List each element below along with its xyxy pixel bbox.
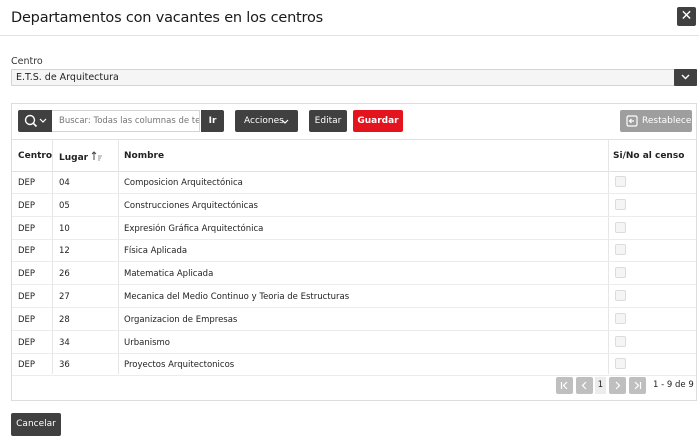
table-row[interactable]: DEP 05 Construcciones Arquitectónicas xyxy=(12,194,696,217)
next-page-icon xyxy=(615,381,621,390)
interactive-grid: Ir Acciones Editar Guardar Restablecer C… xyxy=(11,103,697,401)
dialog-title: Departamentos con vacantes en los centro… xyxy=(11,10,324,26)
save-button[interactable]: Guardar xyxy=(353,110,403,132)
column-header-centro[interactable]: Centro xyxy=(18,151,52,161)
table-row[interactable]: DEP 10 Expresión Gráfica Arquitectónica xyxy=(12,217,696,240)
previous-page-icon xyxy=(581,381,587,390)
table-header: Centro Lugar Nombre Si/No al censo xyxy=(12,139,696,172)
centro-select-toggle[interactable] xyxy=(674,69,697,86)
cancel-button[interactable]: Cancelar xyxy=(11,413,61,436)
current-page: 1 xyxy=(595,377,606,394)
censo-checkbox[interactable] xyxy=(615,176,626,187)
column-header-censo[interactable]: Si/No al censo xyxy=(613,151,684,161)
censo-checkbox[interactable] xyxy=(615,198,626,210)
column-header-lugar[interactable]: Lugar xyxy=(59,151,103,163)
cell-nombre: Física Aplicada xyxy=(124,246,188,257)
cell-centro: DEP xyxy=(18,337,36,348)
cell-nombre: Construcciones Arquitectónicas xyxy=(124,200,258,211)
cell-centro: DEP xyxy=(18,223,36,234)
first-page-icon xyxy=(560,381,568,390)
cell-centro: DEP xyxy=(18,292,36,302)
censo-checkbox[interactable] xyxy=(615,358,626,370)
cell-nombre: Urbanismo xyxy=(124,337,170,348)
cell-nombre: Mecanica del Medio Continuo y Teoria de … xyxy=(124,292,350,302)
reset-button[interactable]: Restablecer xyxy=(620,110,696,132)
cell-nombre: Matematica Aplicada xyxy=(124,269,214,280)
table-row[interactable]: DEP 34 Urbanismo xyxy=(12,331,696,354)
reset-label: Restablecer xyxy=(642,116,696,126)
censo-checkbox[interactable] xyxy=(615,335,626,347)
table-row[interactable]: DEP 26 Matematica Aplicada xyxy=(12,262,696,286)
cell-lugar: 28 xyxy=(59,314,70,325)
censo-checkbox[interactable] xyxy=(615,267,626,279)
first-page-button[interactable] xyxy=(556,377,573,394)
search-column-button[interactable] xyxy=(18,110,52,132)
go-button[interactable]: Ir xyxy=(201,110,224,132)
reset-icon xyxy=(626,115,638,127)
chevron-down-icon xyxy=(281,119,289,124)
cell-centro: DEP xyxy=(18,200,36,211)
censo-checkbox[interactable] xyxy=(615,221,626,233)
table-row[interactable]: DEP 28 Organizacion de Empresas xyxy=(12,308,696,331)
previous-page-button[interactable] xyxy=(576,377,593,394)
chevron-down-icon xyxy=(681,74,690,80)
last-page-button[interactable] xyxy=(629,377,646,394)
last-page-icon xyxy=(634,381,642,390)
cell-centro: DEP xyxy=(18,269,36,280)
close-button[interactable]: ✕ xyxy=(677,7,696,26)
cell-centro: DEP xyxy=(18,246,36,257)
table-row[interactable]: DEP 27 Mecanica del Medio Continuo y Teori… xyxy=(12,285,696,308)
actions-menu-button[interactable]: Acciones xyxy=(235,110,298,132)
cell-nombre: Expresión Gráfica Arquitectónica xyxy=(124,223,264,234)
close-icon: ✕ xyxy=(680,8,693,24)
centro-label: Centro xyxy=(11,56,43,67)
edit-button[interactable]: Editar xyxy=(309,110,347,132)
cell-lugar: 04 xyxy=(59,178,70,188)
cell-centro: DEP xyxy=(18,360,36,371)
centro-select[interactable]: E.T.S. de Arquitectura xyxy=(11,69,697,86)
cell-lugar: 36 xyxy=(59,360,70,371)
column-header-lugar-label: Lugar xyxy=(59,153,89,163)
cell-nombre: Composicion Arquitectónica xyxy=(124,178,243,188)
pagination-range: 1 - 9 de 9 xyxy=(653,380,694,390)
cell-lugar: 27 xyxy=(59,292,70,302)
table-row[interactable]: DEP 12 Física Aplicada xyxy=(12,239,696,263)
next-page-button[interactable] xyxy=(609,377,626,394)
centro-select-value: E.T.S. de Arquitectura xyxy=(16,72,119,83)
cell-nombre: Proyectos Arquitectonicos xyxy=(124,360,235,371)
cell-nombre: Organizacion de Empresas xyxy=(124,314,238,325)
cell-centro: DEP xyxy=(18,314,36,325)
table-row[interactable]: DEP 36 Proyectos Arquitectonicos xyxy=(12,353,696,377)
cell-lugar: 12 xyxy=(59,246,70,257)
table-row[interactable]: DEP 04 Composicion Arquitectónica xyxy=(12,171,696,194)
cell-lugar: 34 xyxy=(59,337,70,348)
search-input[interactable] xyxy=(52,110,200,132)
cell-lugar: 26 xyxy=(59,269,70,280)
censo-checkbox[interactable] xyxy=(615,290,626,301)
search-icon xyxy=(24,114,47,128)
cell-lugar: 05 xyxy=(59,200,70,211)
censo-checkbox[interactable] xyxy=(615,312,626,324)
actions-label: Acciones xyxy=(244,116,284,126)
cell-lugar: 10 xyxy=(59,223,70,234)
cell-centro: DEP xyxy=(18,178,36,188)
dialog-header: Departamentos con vacantes en los centro… xyxy=(0,0,699,36)
sort-ascending-icon xyxy=(91,151,103,161)
censo-checkbox[interactable] xyxy=(615,244,626,256)
column-header-nombre[interactable]: Nombre xyxy=(124,151,164,161)
